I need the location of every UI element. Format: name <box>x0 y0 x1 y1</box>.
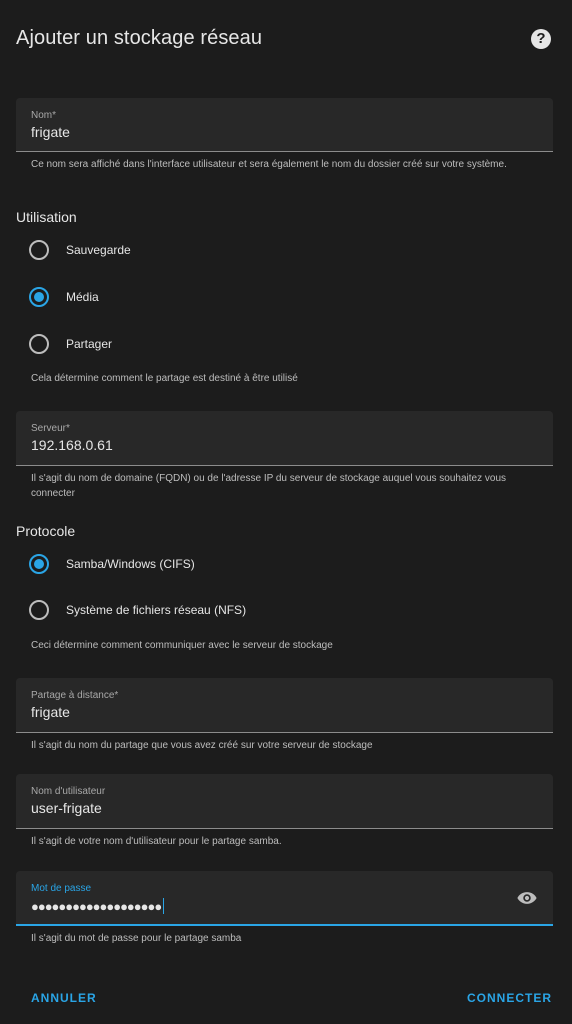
add-network-storage-dialog: Ajouter un stockage réseau ? Nom* frigat… <box>0 0 572 1024</box>
name-field-value[interactable]: frigate <box>31 124 70 140</box>
help-icon[interactable]: ? <box>531 29 551 49</box>
server-helper-text: Il s'agit du nom de domaine (FQDN) ou de… <box>31 473 507 499</box>
cancel-button[interactable]: ANNULER <box>31 991 97 1005</box>
usage-heading: Utilisation <box>16 209 77 225</box>
server-field-value[interactable]: 192.168.0.61 <box>31 437 113 453</box>
radio-button[interactable] <box>29 600 49 620</box>
radio-button[interactable] <box>29 240 49 260</box>
radio-label: Système de fichiers réseau (NFS) <box>66 603 247 617</box>
username-field[interactable]: Nom d'utilisateur user-frigate <box>16 774 553 829</box>
name-field[interactable]: Nom* frigate <box>16 98 553 152</box>
name-helper-text: Ce nom sera affiché dans l'interface uti… <box>31 159 507 170</box>
usage-helper-text: Cela détermine comment le partage est de… <box>31 373 298 384</box>
radio-label: Média <box>66 290 99 304</box>
username-field-label: Nom d'utilisateur <box>31 786 106 797</box>
radio-label: Sauvegarde <box>66 243 131 257</box>
radio-label: Samba/Windows (CIFS) <box>66 557 195 571</box>
password-field-label: Mot de passe <box>31 883 92 894</box>
remote-share-field-value[interactable]: frigate <box>31 704 70 720</box>
password-helper-text: Il s'agit du mot de passe pour le partag… <box>31 933 242 944</box>
radio-button-checked[interactable] <box>29 287 49 307</box>
password-field-value[interactable]: ●●●●●●●●●●●●●●●●●●● <box>31 898 165 914</box>
radio-button-checked[interactable] <box>29 554 49 574</box>
connect-button[interactable]: CONNECTER <box>467 991 552 1005</box>
password-dots: ●●●●●●●●●●●●●●●●●●● <box>31 899 162 914</box>
server-field-label: Serveur* <box>31 423 70 434</box>
remote-share-helper-text: Il s'agit du nom du partage que vous ave… <box>31 740 373 751</box>
protocol-helper-text: Ceci détermine comment communiquer avec … <box>31 640 333 651</box>
username-helper-text: Il s'agit de votre nom d'utilisateur pou… <box>31 836 282 847</box>
radio-label: Partager <box>66 337 113 351</box>
username-field-value[interactable]: user-frigate <box>31 800 102 816</box>
text-caret <box>163 898 165 914</box>
dialog-title: Ajouter un stockage réseau <box>16 27 263 49</box>
server-field[interactable]: Serveur* 192.168.0.61 <box>16 411 553 466</box>
name-field-label: Nom* <box>31 110 57 121</box>
eye-icon[interactable] <box>517 890 537 906</box>
protocol-heading: Protocole <box>16 523 76 539</box>
radio-button[interactable] <box>29 334 49 354</box>
remote-share-field[interactable]: Partage à distance* frigate <box>16 678 553 733</box>
password-field[interactable]: Mot de passe ●●●●●●●●●●●●●●●●●●● <box>16 871 553 926</box>
remote-share-field-label: Partage à distance* <box>31 690 119 701</box>
